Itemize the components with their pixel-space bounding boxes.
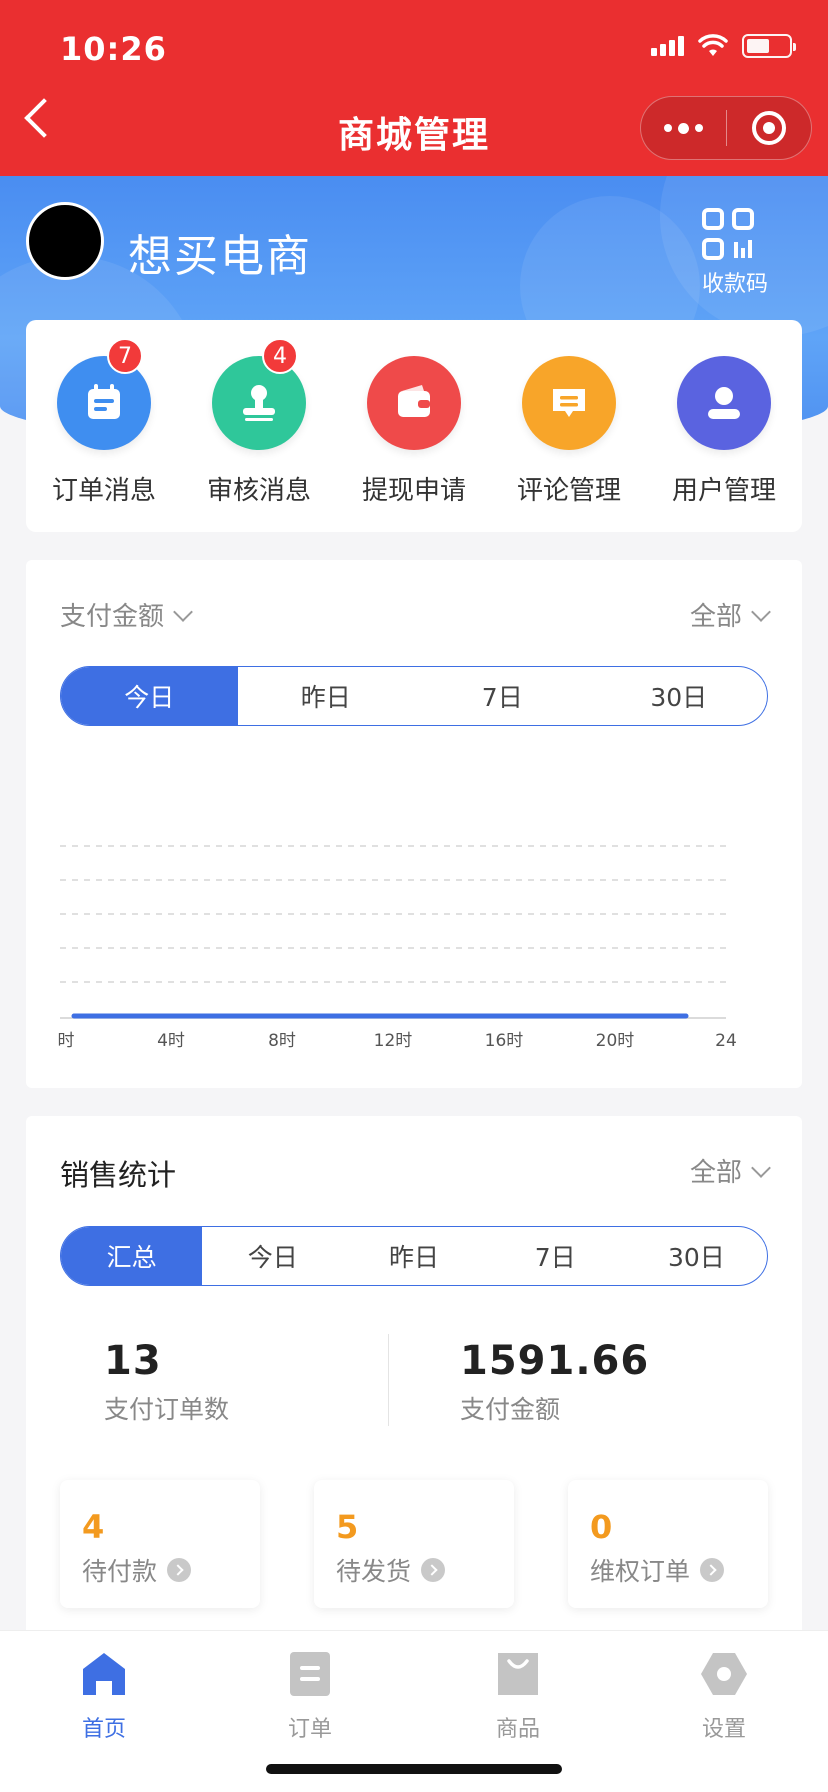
quick-action-label: 提现申请 [361, 476, 466, 506]
calendar-icon: 7 [57, 338, 151, 450]
pending-payment-card[interactable]: 4 待付款 [60, 1480, 260, 1608]
quick-action-withdraw[interactable]: 提现申请 [354, 356, 474, 507]
battery-icon [742, 34, 796, 58]
payment-line-chart: 时 4时 8时 12时 16时 20时 24 [58, 845, 737, 1051]
pending-payment-count: 4 [82, 1508, 105, 1546]
sales-scope-select[interactable]: 全部 [689, 1152, 771, 1189]
target-icon [751, 111, 786, 145]
paid-orders-value: 13 [104, 1338, 162, 1384]
quick-action-label: 订单消息 [51, 476, 156, 506]
qr-label[interactable]: 收款码 [690, 266, 780, 298]
review-messages-badge: 4 [262, 338, 298, 374]
tab-label: 商品 [495, 1717, 540, 1742]
tab-summary[interactable]: 汇总 [61, 1227, 203, 1285]
pending-shipment-card[interactable]: 5 待发货 [314, 1480, 514, 1608]
tab-yesterday[interactable]: 昨日 [238, 667, 415, 725]
chevron-down-icon [751, 601, 771, 622]
quick-action-label: 用户管理 [671, 476, 776, 506]
tab-yesterday[interactable]: 昨日 [343, 1227, 484, 1285]
quick-action-comments[interactable]: 评论管理 [509, 356, 629, 507]
metric-select[interactable]: 支付金额 [60, 596, 193, 633]
tab-7days[interactable]: 7日 [414, 667, 591, 725]
home-icon [83, 1653, 125, 1695]
sales-period-tabs: 汇总 今日 昨日 7日 30日 [60, 1226, 768, 1286]
comment-icon [522, 356, 616, 450]
tab-label: 订单 [287, 1717, 332, 1742]
chevron-down-icon [173, 601, 193, 622]
shop-name: 想买电商 [128, 231, 312, 282]
scope-select[interactable]: 全部 [689, 596, 771, 633]
miniprogram-capsule [640, 96, 812, 160]
rights-orders-label: 维权订单 [590, 1557, 691, 1586]
rights-orders-card[interactable]: 0 维权订单 [568, 1480, 768, 1608]
quick-action-order-messages[interactable]: 7 订单消息 [44, 338, 164, 507]
pending-payment-label: 待付款 [82, 1557, 158, 1586]
tab-label: 首页 [81, 1717, 126, 1742]
tab-orders[interactable]: 订单 [250, 1649, 370, 1743]
qr-code-icon[interactable] [700, 206, 756, 262]
x-tick-label: 16时 [485, 1031, 524, 1051]
paid-orders-label: 支付订单数 [104, 1395, 230, 1424]
paid-amount-value: 1591.66 [460, 1338, 650, 1384]
rights-orders-count: 0 [590, 1508, 613, 1546]
tab-today[interactable]: 今日 [202, 1227, 343, 1285]
quick-actions: 7 订单消息 4 审核消息 提现申请 评论管理 用户管理 [26, 320, 802, 532]
settings-icon [701, 1653, 747, 1695]
quick-action-users[interactable]: 用户管理 [664, 356, 784, 507]
tab-30days[interactable]: 30日 [626, 1227, 767, 1285]
tab-home[interactable]: 首页 [44, 1649, 164, 1743]
stamp-icon: 4 [212, 338, 306, 450]
pending-shipment-label: 待发货 [336, 1557, 412, 1586]
wifi-icon [698, 34, 728, 56]
more-button[interactable] [641, 97, 726, 159]
x-tick-label: 4时 [157, 1031, 185, 1051]
avatar[interactable] [26, 202, 104, 280]
status-icons [651, 34, 796, 58]
home-indicator [266, 1764, 562, 1774]
tab-products[interactable]: 商品 [458, 1649, 578, 1743]
tab-30days[interactable]: 30日 [591, 667, 768, 725]
sales-scope-value: 全部 [689, 1158, 742, 1188]
tab-today[interactable]: 今日 [61, 667, 238, 725]
chevron-right-icon [700, 1558, 725, 1582]
close-miniprogram-button[interactable] [727, 97, 812, 159]
top-bar: 10:26 商城管理 [0, 0, 828, 176]
quick-action-label: 评论管理 [516, 476, 621, 506]
quick-action-label: 审核消息 [206, 476, 311, 506]
paid-amount-label: 支付金额 [460, 1395, 561, 1424]
signal-icon [651, 36, 684, 56]
bag-icon [498, 1653, 538, 1695]
payment-chart-card: 支付金额 全部 今日 昨日 7日 30日 时 4时 8时 12时 16时 20时 24 [26, 560, 802, 1088]
order-messages-badge: 7 [107, 338, 143, 374]
x-tick-label: 20时 [596, 1031, 635, 1051]
sales-stats-title: 销售统计 [60, 1158, 177, 1192]
period-tabs: 今日 昨日 7日 30日 [60, 666, 768, 726]
tab-label: 设置 [701, 1717, 746, 1742]
user-icon [677, 356, 771, 450]
tab-settings[interactable]: 设置 [664, 1649, 784, 1743]
status-time: 10:26 [60, 30, 167, 68]
chevron-down-icon [751, 1157, 771, 1178]
x-tick-label: 24 [715, 1031, 737, 1051]
wallet-icon [367, 356, 461, 450]
x-tick-label: 8时 [268, 1031, 296, 1051]
more-dots-icon [663, 122, 703, 134]
quick-action-review-messages[interactable]: 4 审核消息 [199, 338, 319, 507]
chevron-right-icon [167, 1558, 192, 1582]
x-tick-label: 时 [58, 1031, 75, 1051]
chevron-right-icon [421, 1558, 446, 1582]
pending-shipment-count: 5 [336, 1508, 359, 1546]
sales-stats-card: 销售统计 全部 汇总 今日 昨日 7日 30日 13 支付订单数 1591.66… [26, 1116, 802, 1636]
order-icon [290, 1652, 330, 1696]
scope-select-value: 全部 [689, 602, 742, 632]
tab-7days[interactable]: 7日 [485, 1227, 626, 1285]
metric-select-value: 支付金额 [60, 602, 165, 632]
x-tick-label: 12时 [374, 1031, 413, 1051]
stats-divider [388, 1334, 389, 1426]
